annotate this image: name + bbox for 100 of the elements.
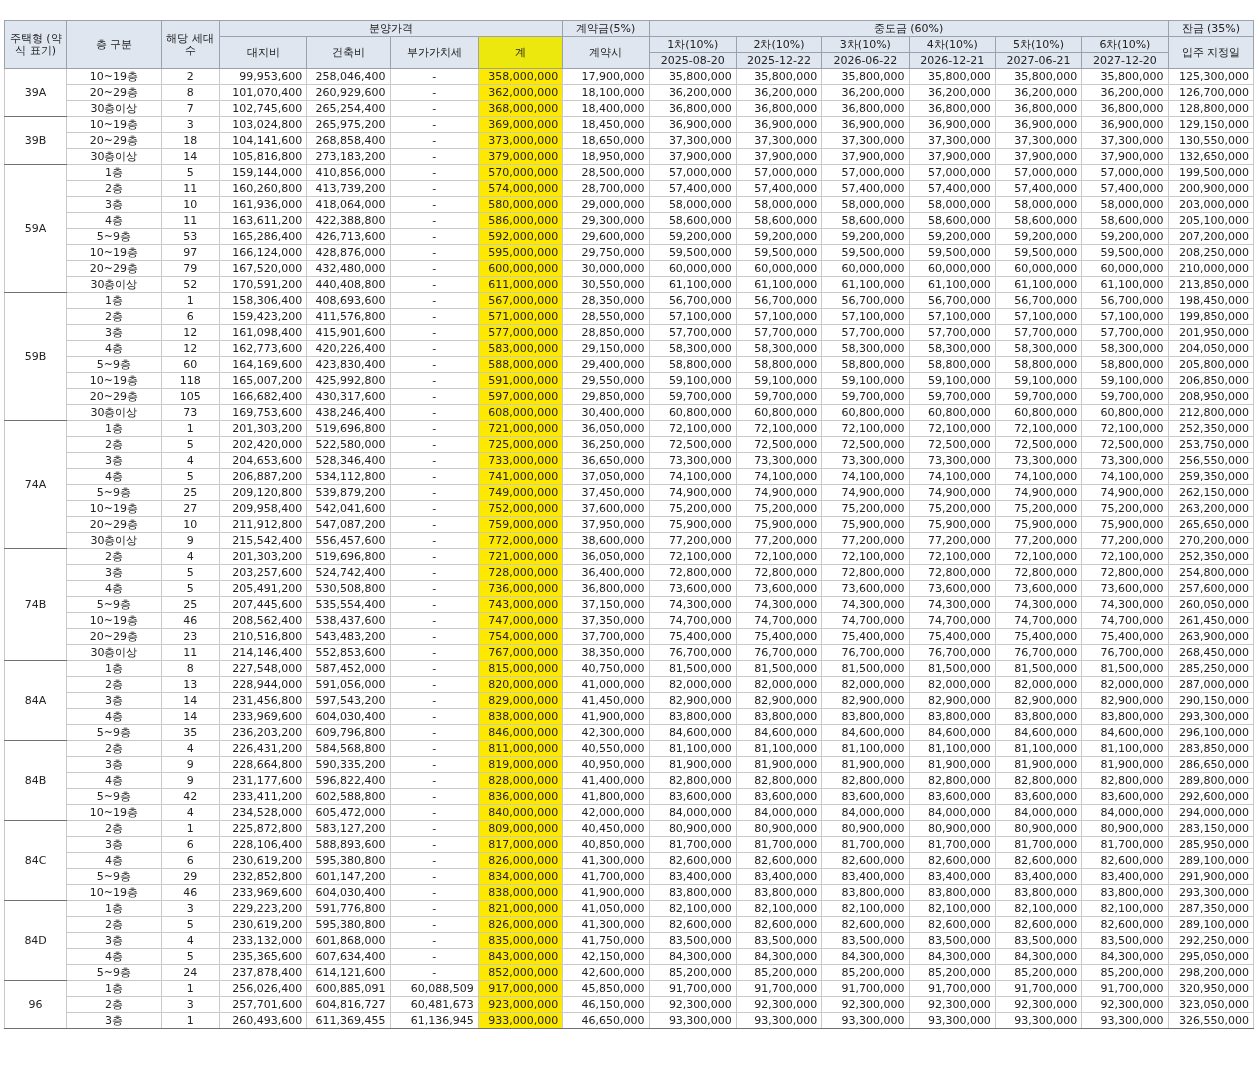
table-cell: 9 [161,772,220,789]
table-cell: - [390,804,479,821]
column-header: 층 구분 [66,20,162,69]
table-cell: 547,087,200 [306,516,390,533]
table-cell: 200,900,000 [1168,180,1254,197]
table-cell: 91,700,000 [821,980,910,997]
table-cell: 93,300,000 [649,1012,737,1029]
table-cell: 591,056,000 [306,676,390,693]
table-cell: 57,100,000 [995,308,1082,325]
table-cell: 37,950,000 [562,516,649,533]
table-cell: 42,600,000 [562,964,649,981]
table-cell: 519,696,800 [306,420,390,437]
table-cell: 4 [161,548,220,565]
table-cell: 260,050,000 [1168,596,1254,613]
table-cell: 82,800,000 [1081,772,1169,789]
table-cell: 10~19층 [66,500,162,517]
table-cell: 82,100,000 [1081,900,1169,917]
table-cell: 18,400,000 [562,100,649,117]
table-cell: 74,700,000 [909,612,996,629]
table-cell: 84,300,000 [736,948,822,965]
table-cell: 20~29층 [66,628,162,645]
table-cell: 206,850,000 [1168,372,1254,389]
table-cell: 74,700,000 [649,612,737,629]
table-cell: - [390,612,479,629]
table-cell: 57,100,000 [909,308,996,325]
table-cell: 83,800,000 [736,884,822,901]
table-cell: 408,693,600 [306,292,390,309]
table-cell: 75,400,000 [909,628,996,645]
table-cell: 73,300,000 [909,452,996,469]
table-cell: - [390,932,479,949]
table-cell: - [390,292,479,309]
table-cell: 18,650,000 [562,132,649,149]
table-cell: 96 [4,980,67,1029]
table-cell: - [390,68,479,85]
table-cell: 82,600,000 [649,852,737,869]
table-cell: 37,900,000 [821,148,910,165]
table-cell: 79 [161,260,220,277]
table-cell: 203,257,600 [219,564,307,581]
table-cell: 82,600,000 [649,916,737,933]
table-cell: 440,408,800 [306,276,390,293]
table-cell: 37,600,000 [562,500,649,517]
table-cell: 209,958,400 [219,500,307,517]
table-cell: 57,700,000 [649,324,737,341]
table-cell: - [390,484,479,501]
table-cell: 602,588,800 [306,788,390,805]
table-cell: 42,150,000 [562,948,649,965]
table-cell: 82,800,000 [909,772,996,789]
table-cell: 58,300,000 [995,340,1082,357]
table-cell: 12 [161,324,220,341]
table-cell: 36,800,000 [736,100,822,117]
table-cell: 60,000,000 [821,260,910,277]
table-cell: 426,713,600 [306,228,390,245]
table-cell: 73,600,000 [1081,580,1169,597]
table-cell: 519,696,800 [306,548,390,565]
table-cell: 37,900,000 [995,148,1082,165]
table-cell: 30층이상 [66,532,162,549]
table-cell: 73,600,000 [736,580,822,597]
table-cell: 81,100,000 [821,740,910,757]
table-cell: 285,950,000 [1168,836,1254,853]
table-cell: 41,450,000 [562,692,649,709]
table-cell: 58,300,000 [1081,340,1169,357]
table-cell: 36,650,000 [562,452,649,469]
table-cell: 40,750,000 [562,660,649,677]
table-cell: 81,700,000 [995,836,1082,853]
table-cell: 265,975,200 [306,116,390,133]
table-cell: 73 [161,404,220,421]
table-cell: 41,900,000 [562,884,649,901]
table-cell: 29 [161,868,220,885]
table-cell: 74,300,000 [821,596,910,613]
table-cell: 72,500,000 [821,436,910,453]
table-cell: 4층 [66,340,162,357]
table-cell: 57,000,000 [995,164,1082,181]
table-cell: 2층 [66,180,162,197]
table-cell: 37,300,000 [821,132,910,149]
table-cell: 57,700,000 [736,324,822,341]
table-cell: 83,800,000 [649,884,737,901]
table-cell: 428,876,000 [306,244,390,261]
table-cell: 604,030,400 [306,708,390,725]
table-cell: 82,800,000 [649,772,737,789]
table-cell: 40,550,000 [562,740,649,757]
table-cell: 82,600,000 [909,852,996,869]
table-cell: 83,600,000 [1081,788,1169,805]
table-cell: 75,900,000 [909,516,996,533]
table-cell: 72,500,000 [1081,436,1169,453]
table-cell: 76,700,000 [995,644,1082,661]
table-cell: 212,800,000 [1168,404,1254,421]
table-cell: 75,200,000 [821,500,910,517]
table-cell: - [390,388,479,405]
table-cell: 29,150,000 [562,340,649,357]
table-cell: 5 [161,916,220,933]
table-cell: 543,483,200 [306,628,390,645]
table-cell: 37,900,000 [1081,148,1169,165]
table-cell: 41,400,000 [562,772,649,789]
table-cell: 256,550,000 [1168,452,1254,469]
table-cell: 254,800,000 [1168,564,1254,581]
table-cell: 59,500,000 [649,244,737,261]
table-cell: 199,500,000 [1168,164,1254,181]
table-cell: - [390,884,479,901]
table-cell: 56,700,000 [909,292,996,309]
table-cell: 74,300,000 [995,596,1082,613]
